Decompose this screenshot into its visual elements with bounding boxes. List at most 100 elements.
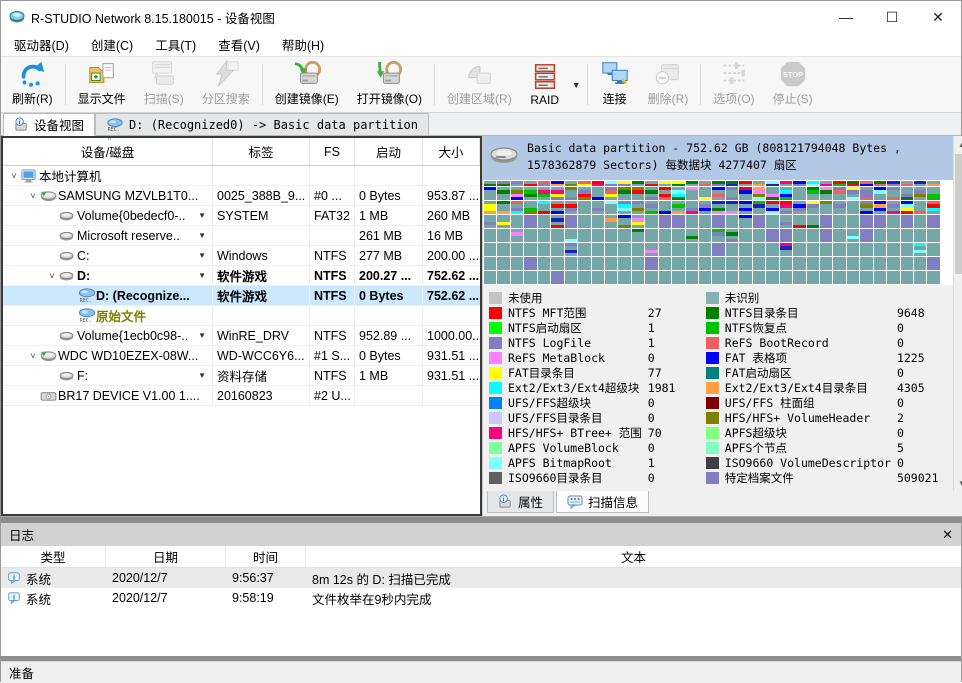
- maximize-button[interactable]: ☐: [869, 1, 915, 33]
- toolbar-button-0[interactable]: 刷新(R): [3, 59, 62, 110]
- legend-label: 未使用: [508, 290, 543, 306]
- mount-dropdown-icon[interactable]: ▼: [198, 271, 208, 280]
- svg-text:i: i: [19, 120, 21, 126]
- toolbar-button-1[interactable]: 显示文件: [69, 59, 135, 110]
- map-block: [565, 243, 577, 256]
- legend-count: 0: [648, 471, 700, 485]
- legend-label: Ext2/Ext3/Ext4目录条目: [725, 380, 868, 396]
- mount-dropdown-icon[interactable]: ▼: [198, 211, 208, 220]
- close-button[interactable]: ✕: [915, 1, 961, 33]
- raid-dropdown-icon[interactable]: ▼: [569, 80, 584, 90]
- volume-icon: [59, 370, 77, 381]
- recognized-icon: REC.: [78, 308, 96, 323]
- menu-item-2[interactable]: 工具(T): [144, 32, 207, 57]
- map-block: [497, 243, 509, 256]
- tree-row-9[interactable]: ˅WDC WD10EZEX-08W...WD-WCC6Y6...#1 S...0…: [3, 346, 480, 366]
- size-cell: [423, 386, 480, 405]
- toolbar-button-7[interactable]: RAID: [521, 59, 569, 110]
- legend-right-column: 未识别NTFS目录条目9648NTFS恢复点0ReFS BootRecord0F…: [706, 290, 949, 487]
- tree-row-10[interactable]: F:▼资料存储NTFS1 MB931.51 ...: [3, 366, 480, 386]
- tree-row-0[interactable]: ˅本地计算机: [3, 166, 480, 186]
- log-column-header-0[interactable]: 类型: [1, 546, 106, 567]
- tree-row-6[interactable]: REC.D: (Recognize...软件游戏NTFS0 Bytes752.6…: [3, 286, 480, 306]
- tree-row-8[interactable]: Volume{1ecb0c98-..▼WinRE_DRVNTFS952.89 .…: [3, 326, 480, 346]
- map-block: [699, 181, 711, 186]
- scroll-up-icon[interactable]: ▲: [954, 136, 962, 152]
- map-block: [686, 215, 698, 228]
- svg-text:i: i: [13, 573, 15, 581]
- tree-row-11[interactable]: BR17 DEVICE V1.00 1....20160823#2 U...: [3, 386, 480, 406]
- map-block: [592, 229, 604, 242]
- tree-column-header-4[interactable]: 大小: [423, 138, 480, 165]
- map-block: [484, 243, 496, 256]
- map-block: [578, 243, 590, 256]
- toolbar-button-8[interactable]: 连接: [591, 59, 639, 110]
- tree-column-header-1[interactable]: 标签: [213, 138, 310, 165]
- legend-label: ReFS BootRecord: [725, 336, 829, 350]
- map-block: [874, 243, 886, 256]
- device-name: Volume{0bedecf0-..: [77, 209, 185, 223]
- horizontal-splitter[interactable]: [1, 516, 961, 523]
- tree-column-header-3[interactable]: 启动: [355, 138, 423, 165]
- bottom-tab-0[interactable]: i属性: [487, 491, 554, 513]
- legend-item-left-3: NTFS LogFile1: [489, 335, 700, 350]
- map-block: [726, 181, 738, 186]
- log-close-icon[interactable]: ✕: [942, 527, 953, 543]
- map-block: [820, 215, 832, 228]
- tree-row-7[interactable]: REC.原始文件: [3, 306, 480, 326]
- map-block: [901, 201, 913, 214]
- mount-dropdown-icon[interactable]: ▼: [198, 371, 208, 380]
- map-block: [739, 201, 751, 214]
- scroll-thumb[interactable]: [955, 154, 962, 274]
- toolbar-separator: [587, 64, 588, 105]
- scroll-down-icon[interactable]: ▼: [958, 475, 962, 491]
- toolbar-button-6: 创建区域(R): [438, 59, 521, 110]
- map-block: [887, 201, 899, 214]
- log-column-header-1[interactable]: 日期: [106, 546, 226, 567]
- map-block: [874, 201, 886, 214]
- tree-column-header-2[interactable]: FS: [310, 138, 355, 165]
- minimize-button[interactable]: —: [823, 1, 869, 33]
- map-block: [753, 187, 765, 200]
- log-row-0[interactable]: i系统2020/12/79:56:378m 12s 的 D: 扫描已完成: [1, 568, 961, 588]
- expand-chevron-icon[interactable]: ˅: [26, 191, 40, 201]
- toolbar-button-5[interactable]: 打开镜像(O): [348, 59, 431, 110]
- tree-column-header-0[interactable]: 设备/磁盘^: [3, 138, 213, 165]
- view-tab-bar: i设备视图REC.D: (Recognized0) -> Basic data …: [1, 113, 961, 136]
- tree-row-5[interactable]: ˅D:▼软件游戏NTFS200.27 ...752.62 ...: [3, 266, 480, 286]
- menu-item-4[interactable]: 帮助(H): [271, 32, 335, 57]
- log-column-header-2[interactable]: 时间: [226, 546, 306, 567]
- expand-chevron-icon[interactable]: ˅: [7, 171, 21, 181]
- map-block: [645, 229, 657, 242]
- expand-chevron-icon[interactable]: ˅: [26, 351, 40, 361]
- map-block: [820, 181, 832, 186]
- menu-item-0[interactable]: 驱动器(D): [3, 32, 80, 57]
- map-block: [605, 215, 617, 228]
- tree-row-1[interactable]: ˅SAMSUNG MZVLB1T0...0025_388B_9...#0 ...…: [3, 186, 480, 206]
- legend-count: 1: [648, 456, 700, 470]
- map-block: [605, 271, 617, 284]
- right-panel-scrollbar[interactable]: ▲ ▼: [953, 136, 962, 491]
- tree-row-2[interactable]: Volume{0bedecf0-..▼SYSTEMFAT321 MB260 MB: [3, 206, 480, 226]
- mount-dropdown-icon[interactable]: ▼: [198, 231, 208, 240]
- bottom-tab-1[interactable]: 扫描信息: [556, 491, 649, 513]
- view-tab-1[interactable]: REC.D: (Recognized0) -> Basic data parti…: [95, 113, 429, 135]
- device-tree-header: 设备/磁盘^标签FS启动大小: [3, 138, 480, 166]
- menu-item-1[interactable]: 创建(C): [80, 32, 144, 57]
- device-name: SAMSUNG MZVLB1T0...: [58, 189, 198, 203]
- toolbar-button-4[interactable]: 创建镜像(E): [266, 59, 348, 110]
- tree-row-3[interactable]: Microsoft reserve..▼261 MB16 MB: [3, 226, 480, 246]
- map-block: [847, 215, 859, 228]
- log-row-1[interactable]: i系统2020/12/79:58:19文件枚举在9秒内完成: [1, 588, 961, 608]
- mount-dropdown-icon[interactable]: ▼: [198, 251, 208, 260]
- view-tab-0[interactable]: i设备视图: [3, 113, 95, 136]
- expand-chevron-icon[interactable]: ˅: [45, 271, 59, 281]
- menu-item-3[interactable]: 查看(V): [207, 32, 271, 57]
- mount-dropdown-icon[interactable]: ▼: [198, 331, 208, 340]
- legend-swatch: [706, 367, 719, 379]
- log-column-header-3[interactable]: 文本: [306, 546, 961, 567]
- svg-text:REC.: REC.: [80, 298, 92, 303]
- map-block: [887, 243, 899, 256]
- map-block: [592, 181, 604, 186]
- tree-row-4[interactable]: C:▼WindowsNTFS277 MB200.00 ...: [3, 246, 480, 266]
